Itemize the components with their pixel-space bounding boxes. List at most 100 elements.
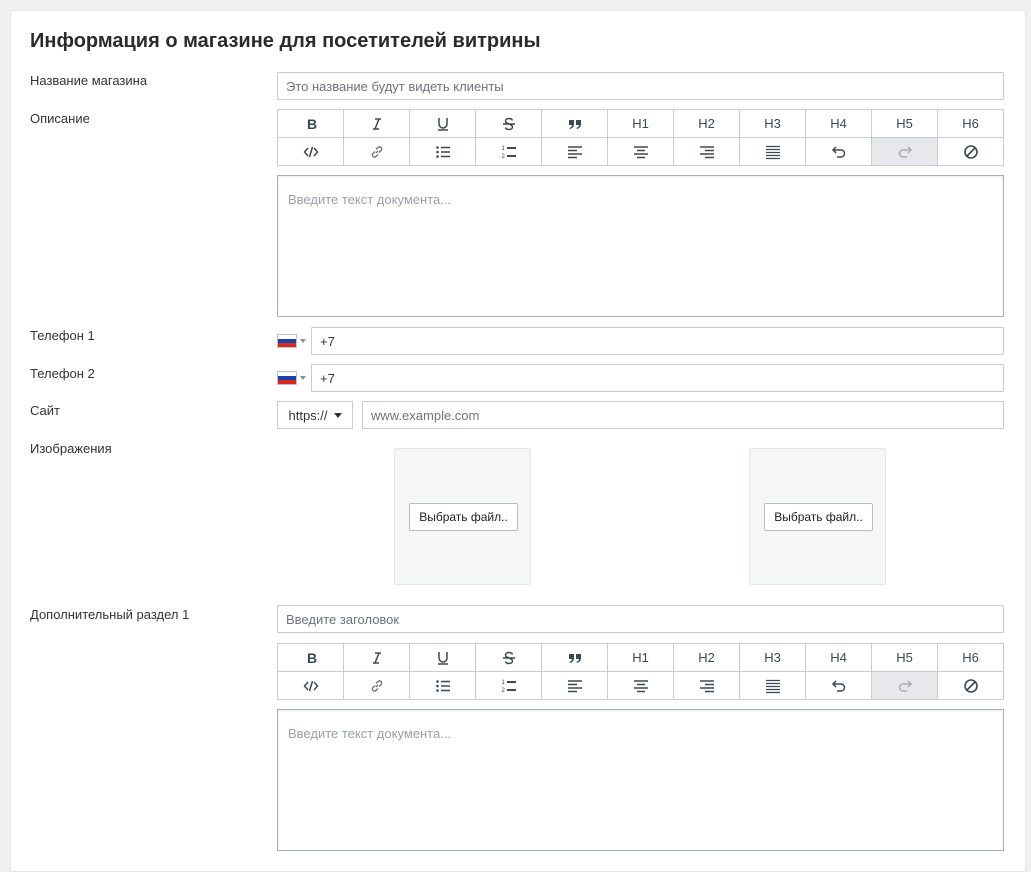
quote-icon [568, 119, 581, 129]
heading2-button[interactable]: H2 [673, 644, 739, 671]
phone1-input[interactable] [311, 327, 1004, 355]
phone2-label: Телефон 2 [30, 366, 95, 381]
blockquote-button[interactable] [541, 110, 607, 137]
extra-section1-label: Дополнительный раздел 1 [30, 607, 190, 622]
heading5-button[interactable]: H5 [871, 644, 937, 671]
store-info-card: Информация о магазине для посетителей ви… [10, 10, 1026, 872]
heading1-button[interactable]: H1 [607, 110, 673, 137]
bullet-list-icon [435, 145, 450, 158]
protocol-select[interactable]: https:// [277, 401, 353, 429]
extra-section1-title-input[interactable] [277, 605, 1004, 633]
align-justify-icon [765, 145, 780, 159]
bold-button[interactable]: B [278, 110, 343, 137]
align-left-icon [567, 679, 582, 692]
heading6-button[interactable]: H6 [937, 644, 1003, 671]
bold-icon: B [307, 650, 317, 666]
clear-format-icon [963, 144, 978, 159]
ordered-list-button[interactable]: 12 [475, 138, 541, 165]
phone2-input[interactable] [311, 364, 1004, 392]
heading2-button[interactable]: H2 [673, 110, 739, 137]
chevron-down-icon [300, 376, 306, 380]
quote-icon [568, 653, 581, 663]
code-button[interactable] [278, 138, 343, 165]
align-center-button[interactable] [607, 138, 673, 165]
heading6-button[interactable]: H6 [937, 110, 1003, 137]
phone2-country-select[interactable] [277, 370, 311, 386]
code-icon [303, 146, 318, 157]
link-icon [371, 145, 382, 158]
heading5-button[interactable]: H5 [871, 110, 937, 137]
align-justify-icon [765, 679, 780, 693]
align-right-button[interactable] [673, 138, 739, 165]
bold-icon: B [307, 116, 317, 132]
toolbar-row-format: B H1 H2 H3 H4 H5 H6 [278, 644, 1003, 671]
clear-format-button[interactable] [937, 138, 1003, 165]
protocol-value: https:// [288, 407, 328, 423]
choose-file-button[interactable]: Выбрать файл.. [764, 503, 873, 531]
bullet-list-icon [435, 679, 450, 692]
heading1-button[interactable]: H1 [607, 644, 673, 671]
strikethrough-icon [502, 117, 515, 130]
heading4-button[interactable]: H4 [805, 644, 871, 671]
clear-format-button[interactable] [937, 672, 1003, 699]
italic-icon [372, 117, 381, 130]
heading4-button[interactable]: H4 [805, 110, 871, 137]
description-label: Описание [30, 111, 90, 126]
undo-button[interactable] [805, 138, 871, 165]
images-label: Изображения [30, 441, 112, 456]
align-left-button[interactable] [541, 138, 607, 165]
site-label: Сайт [30, 403, 60, 418]
underline-icon [437, 117, 448, 131]
phone1-country-select[interactable] [277, 333, 311, 349]
strikethrough-button[interactable] [475, 644, 541, 671]
align-center-button[interactable] [607, 672, 673, 699]
toolbar-row-format: B H1 H2 H3 H4 H5 H6 [278, 110, 1003, 137]
code-button[interactable] [278, 672, 343, 699]
underline-button[interactable] [409, 644, 475, 671]
align-center-icon [633, 679, 648, 692]
align-left-button[interactable] [541, 672, 607, 699]
redo-button[interactable] [871, 138, 937, 165]
italic-button[interactable] [343, 644, 409, 671]
editor-toolbar: B H1 H2 H3 H4 H5 H6 1 2 [277, 109, 1004, 166]
image-slot-2: Выбрать файл.. [749, 448, 886, 585]
shop-name-input[interactable] [277, 72, 1004, 100]
align-justify-button[interactable] [739, 672, 805, 699]
align-right-icon [699, 145, 714, 158]
bullet-list-button[interactable] [409, 138, 475, 165]
svg-text:2: 2 [501, 154, 505, 160]
italic-icon [372, 651, 381, 664]
heading3-button[interactable]: H3 [739, 644, 805, 671]
ordered-list-icon: 12 [501, 680, 516, 694]
svg-text:1: 1 [501, 680, 505, 686]
choose-file-button[interactable]: Выбрать файл.. [409, 503, 518, 531]
ordered-list-button[interactable]: 12 [475, 672, 541, 699]
align-right-icon [699, 679, 714, 692]
redo-icon [898, 679, 912, 692]
toolbar-row-block: 12 [278, 137, 1003, 165]
bold-button[interactable]: B [278, 644, 343, 671]
strikethrough-button[interactable] [475, 110, 541, 137]
shop-name-label: Название магазина [30, 73, 148, 88]
heading3-button[interactable]: H3 [739, 110, 805, 137]
link-button[interactable] [343, 138, 409, 165]
phone1-label: Телефон 1 [30, 328, 95, 343]
underline-button[interactable] [409, 110, 475, 137]
site-input[interactable] [362, 401, 1004, 429]
description-editor[interactable]: Введите текст документа... [277, 175, 1004, 317]
ordered-list-icon: 12 [501, 146, 516, 160]
editor-placeholder: Введите текст документа... [288, 726, 452, 741]
link-button[interactable] [343, 672, 409, 699]
chevron-down-icon [300, 339, 306, 343]
link-icon [371, 679, 382, 692]
blockquote-button[interactable] [541, 644, 607, 671]
align-right-button[interactable] [673, 672, 739, 699]
bullet-list-button[interactable] [409, 672, 475, 699]
extra-section1-editor[interactable]: Введите текст документа... [277, 709, 1004, 851]
underline-icon [437, 651, 448, 665]
undo-button[interactable] [805, 672, 871, 699]
redo-button[interactable] [871, 672, 937, 699]
align-justify-button[interactable] [739, 138, 805, 165]
undo-icon [831, 145, 845, 158]
italic-button[interactable] [343, 110, 409, 137]
